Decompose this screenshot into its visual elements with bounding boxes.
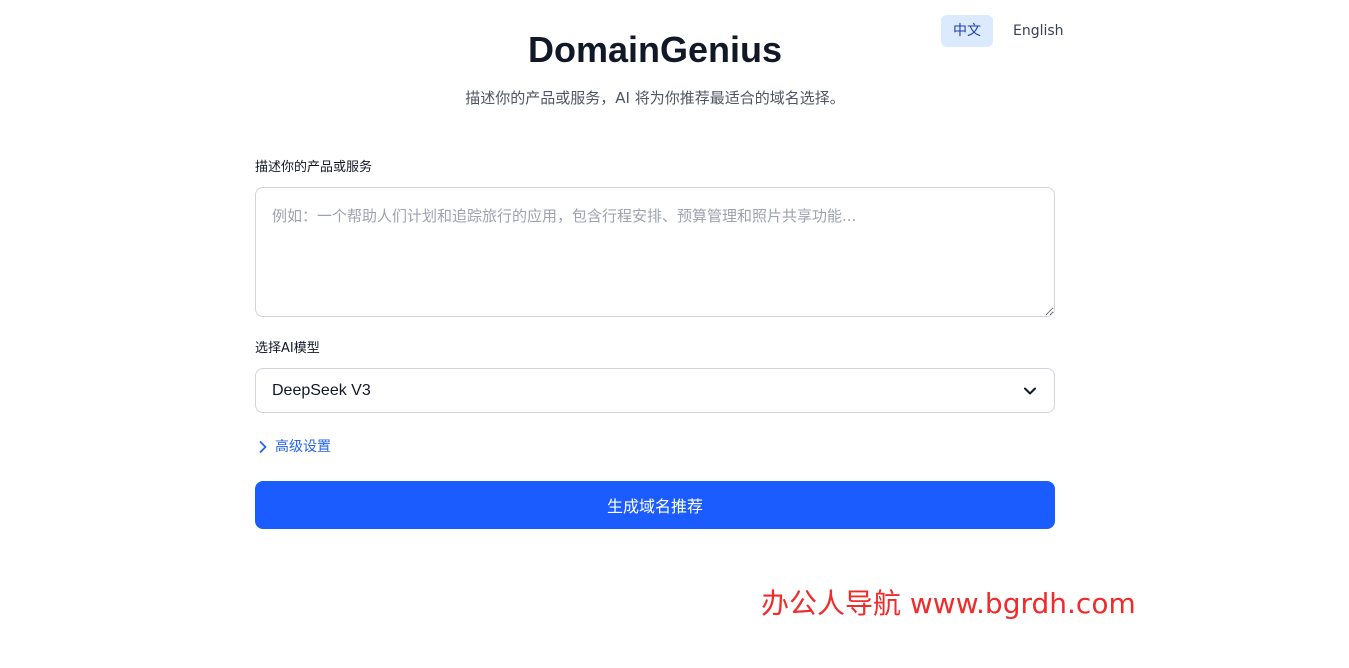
description-label: 描述你的产品或服务 — [255, 160, 373, 175]
model-select-value: DeepSeek V3 — [272, 381, 371, 399]
description-textarea[interactable] — [255, 187, 1055, 317]
advanced-settings-label: 高级设置 — [275, 439, 331, 455]
page-title: DomainGenius — [527, 29, 783, 70]
description-field-wrap — [255, 187, 1055, 317]
page: 中文 English DomainGenius 描述你的产品或服务，AI 将为你… — [0, 0, 1349, 668]
domain-form: 描述你的产品或服务 选择AI模型 DeepSeek V3 高级设置 — [255, 158, 1055, 529]
model-select[interactable]: DeepSeek V3 — [255, 368, 1055, 413]
model-select-wrap: DeepSeek V3 — [255, 368, 1055, 413]
advanced-settings-toggle[interactable]: 高级设置 — [255, 437, 331, 457]
watermark-text: 办公人导航 www.bgrdh.com — [761, 587, 1136, 620]
page-subtitle: 描述你的产品或服务，AI 将为你推荐最适合的域名选择。 — [465, 89, 845, 107]
generate-domains-button[interactable]: 生成域名推荐 — [255, 481, 1055, 529]
chevron-down-icon — [1022, 383, 1038, 399]
chevron-right-icon — [257, 441, 269, 453]
model-label: 选择AI模型 — [255, 341, 320, 356]
